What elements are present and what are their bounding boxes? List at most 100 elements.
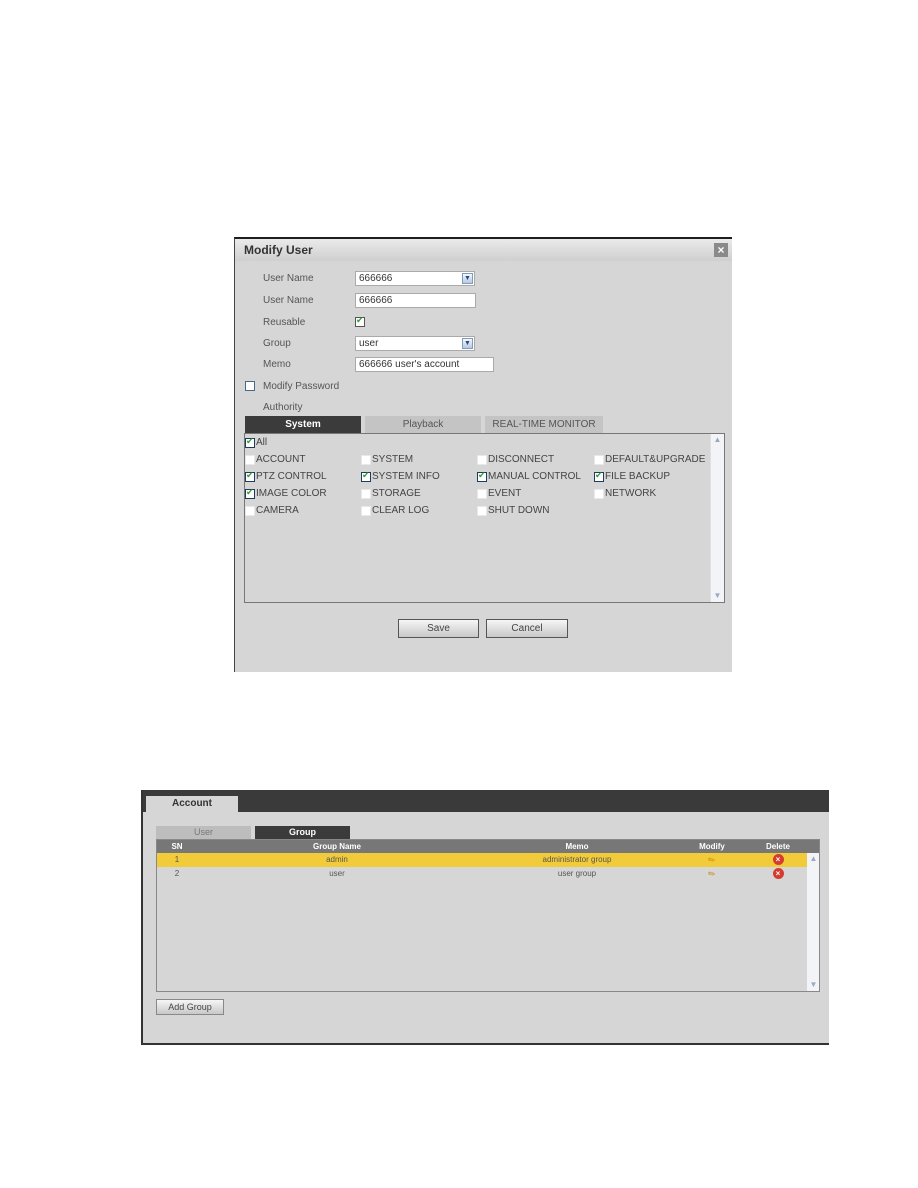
user-select-value: 666666	[359, 272, 393, 284]
cancel-button[interactable]: Cancel	[486, 619, 568, 638]
chevron-down-icon[interactable]: ▼	[462, 272, 473, 284]
tab-user[interactable]: User	[156, 826, 251, 839]
scroll-up-icon[interactable]: ▲	[711, 434, 724, 446]
permission-label: SYSTEM INFO	[372, 471, 440, 482]
permission-label: SHUT DOWN	[488, 505, 550, 516]
permission-item[interactable]: DEFAULT&UPGRADE	[594, 454, 705, 465]
tab-playback[interactable]: Playback	[365, 416, 481, 433]
permission-item[interactable]: FILE BACKUP	[594, 470, 671, 482]
permission-label: MANUAL CONTROL	[488, 471, 581, 482]
user-select-row: User Name 666666 ▼	[235, 268, 732, 288]
cell-sn: 2	[174, 869, 180, 878]
save-button[interactable]: Save	[398, 619, 479, 638]
modify-password-label: Modify Password	[263, 380, 340, 392]
pencil-icon[interactable]: ✏	[707, 866, 717, 881]
cell-modify: ✏	[677, 867, 747, 881]
dialog-title-bar: Modify User ×	[235, 239, 732, 261]
modify-password-row: Modify Password	[235, 376, 732, 396]
permission-checkbox[interactable]	[361, 505, 371, 516]
pencil-icon[interactable]: ✏	[707, 852, 717, 867]
account-panel: Account User Group SN Group Name Memo Mo…	[141, 790, 829, 1045]
cell-group-name: user	[329, 869, 345, 878]
permission-checkbox[interactable]	[361, 488, 371, 499]
permission-label: DEFAULT&UPGRADE	[605, 454, 706, 465]
table-header: SN Group Name Memo Modify Delete	[157, 840, 819, 853]
reusable-label: Reusable	[263, 316, 306, 328]
permission-item[interactable]: PTZ CONTROL	[245, 470, 327, 482]
column-sn: SN	[171, 842, 183, 851]
tab-system[interactable]: System	[245, 416, 361, 433]
permission-label: IMAGE COLOR	[256, 488, 327, 499]
permission-item[interactable]: STORAGE	[361, 488, 421, 499]
permission-label: PTZ CONTROL	[256, 471, 327, 482]
permission-checkbox[interactable]	[594, 454, 604, 465]
group-select[interactable]: user ▼	[355, 335, 475, 351]
permission-checkbox[interactable]	[477, 454, 487, 465]
cell-delete: ×	[747, 853, 809, 867]
account-sub-tabs: User Group	[156, 826, 350, 839]
memo-row: Memo 666666 user's account	[235, 354, 732, 374]
table-row[interactable]: 2 user user group ✏ ×	[157, 867, 819, 881]
tab-group[interactable]: Group	[255, 826, 350, 839]
add-group-button[interactable]: Add Group	[156, 999, 224, 1015]
memo-input[interactable]: 666666 user's account	[355, 356, 494, 372]
scroll-down-icon[interactable]: ▼	[807, 979, 820, 991]
chevron-down-icon[interactable]: ▼	[462, 337, 473, 349]
tab-account[interactable]: Account	[146, 796, 238, 814]
delete-icon[interactable]: ×	[772, 868, 784, 880]
permission-item[interactable]: ACCOUNT	[245, 454, 305, 465]
user-select-label: User Name	[263, 272, 314, 284]
permission-item[interactable]: SYSTEM	[361, 454, 413, 465]
group-row: Group user ▼	[235, 333, 732, 353]
permission-checkbox[interactable]	[477, 470, 487, 482]
permission-checkbox[interactable]	[594, 470, 604, 482]
scroll-up-icon[interactable]: ▲	[807, 853, 820, 865]
permission-all-label: All	[256, 437, 268, 448]
permission-checkbox[interactable]	[245, 470, 255, 482]
cell-sn: 1	[174, 855, 180, 864]
user-name-input[interactable]: 666666	[355, 292, 476, 308]
permission-checkbox[interactable]	[245, 505, 255, 516]
permission-all[interactable]: All	[245, 436, 268, 448]
group-table: SN Group Name Memo Modify Delete 1 admin a…	[156, 839, 820, 992]
delete-icon[interactable]: ×	[772, 854, 784, 866]
reusable-checkbox[interactable]	[355, 315, 365, 327]
permission-item[interactable]: SYSTEM INFO	[361, 470, 440, 482]
reusable-row: Reusable	[235, 312, 732, 332]
permission-label: DISCONNECT	[488, 454, 555, 465]
permission-label: FILE BACKUP	[605, 471, 671, 482]
modify-user-dialog: Modify User × User Name 666666 ▼ User Na…	[234, 237, 732, 672]
permission-checkbox[interactable]	[477, 505, 487, 516]
permission-item[interactable]: MANUAL CONTROL	[477, 470, 581, 482]
permission-item[interactable]: IMAGE COLOR	[245, 487, 327, 499]
permission-checkbox[interactable]	[361, 470, 371, 482]
permission-scrollbar[interactable]: ▲ ▼	[710, 434, 724, 602]
group-label: Group	[263, 337, 291, 349]
memo-label: Memo	[263, 358, 291, 370]
permission-item[interactable]: CLEAR LOG	[361, 505, 429, 516]
close-icon[interactable]: ×	[714, 243, 728, 257]
permission-item[interactable]: NETWORK	[594, 488, 656, 499]
authority-tabs: System Playback REAL-TIME MONITOR	[245, 416, 603, 433]
permission-label: CLEAR LOG	[372, 505, 430, 516]
column-memo: Memo	[565, 842, 589, 851]
user-select[interactable]: 666666 ▼	[355, 270, 475, 286]
permission-label: CAMERA	[256, 505, 299, 516]
permission-checkbox[interactable]	[477, 488, 487, 499]
permission-item[interactable]: EVENT	[477, 488, 521, 499]
permission-checkbox[interactable]	[245, 487, 255, 499]
modify-password-checkbox[interactable]	[245, 381, 255, 391]
permission-item[interactable]: CAMERA	[245, 505, 299, 516]
permission-item[interactable]: DISCONNECT	[477, 454, 554, 465]
group-select-value: user	[359, 337, 379, 349]
permission-item[interactable]: SHUT DOWN	[477, 505, 549, 516]
permission-checkbox[interactable]	[361, 454, 371, 465]
table-scrollbar[interactable]: ▲ ▼	[807, 853, 819, 991]
tab-real-time-monitor[interactable]: REAL-TIME MONITOR	[485, 416, 603, 433]
permission-checkbox[interactable]	[245, 454, 255, 465]
permission-all-checkbox[interactable]	[245, 436, 255, 448]
scroll-down-icon[interactable]: ▼	[711, 590, 724, 602]
permission-checkbox[interactable]	[594, 488, 604, 499]
table-row[interactable]: 1 admin administrator group ✏ ×	[157, 853, 819, 867]
user-name-label: User Name	[263, 294, 314, 306]
